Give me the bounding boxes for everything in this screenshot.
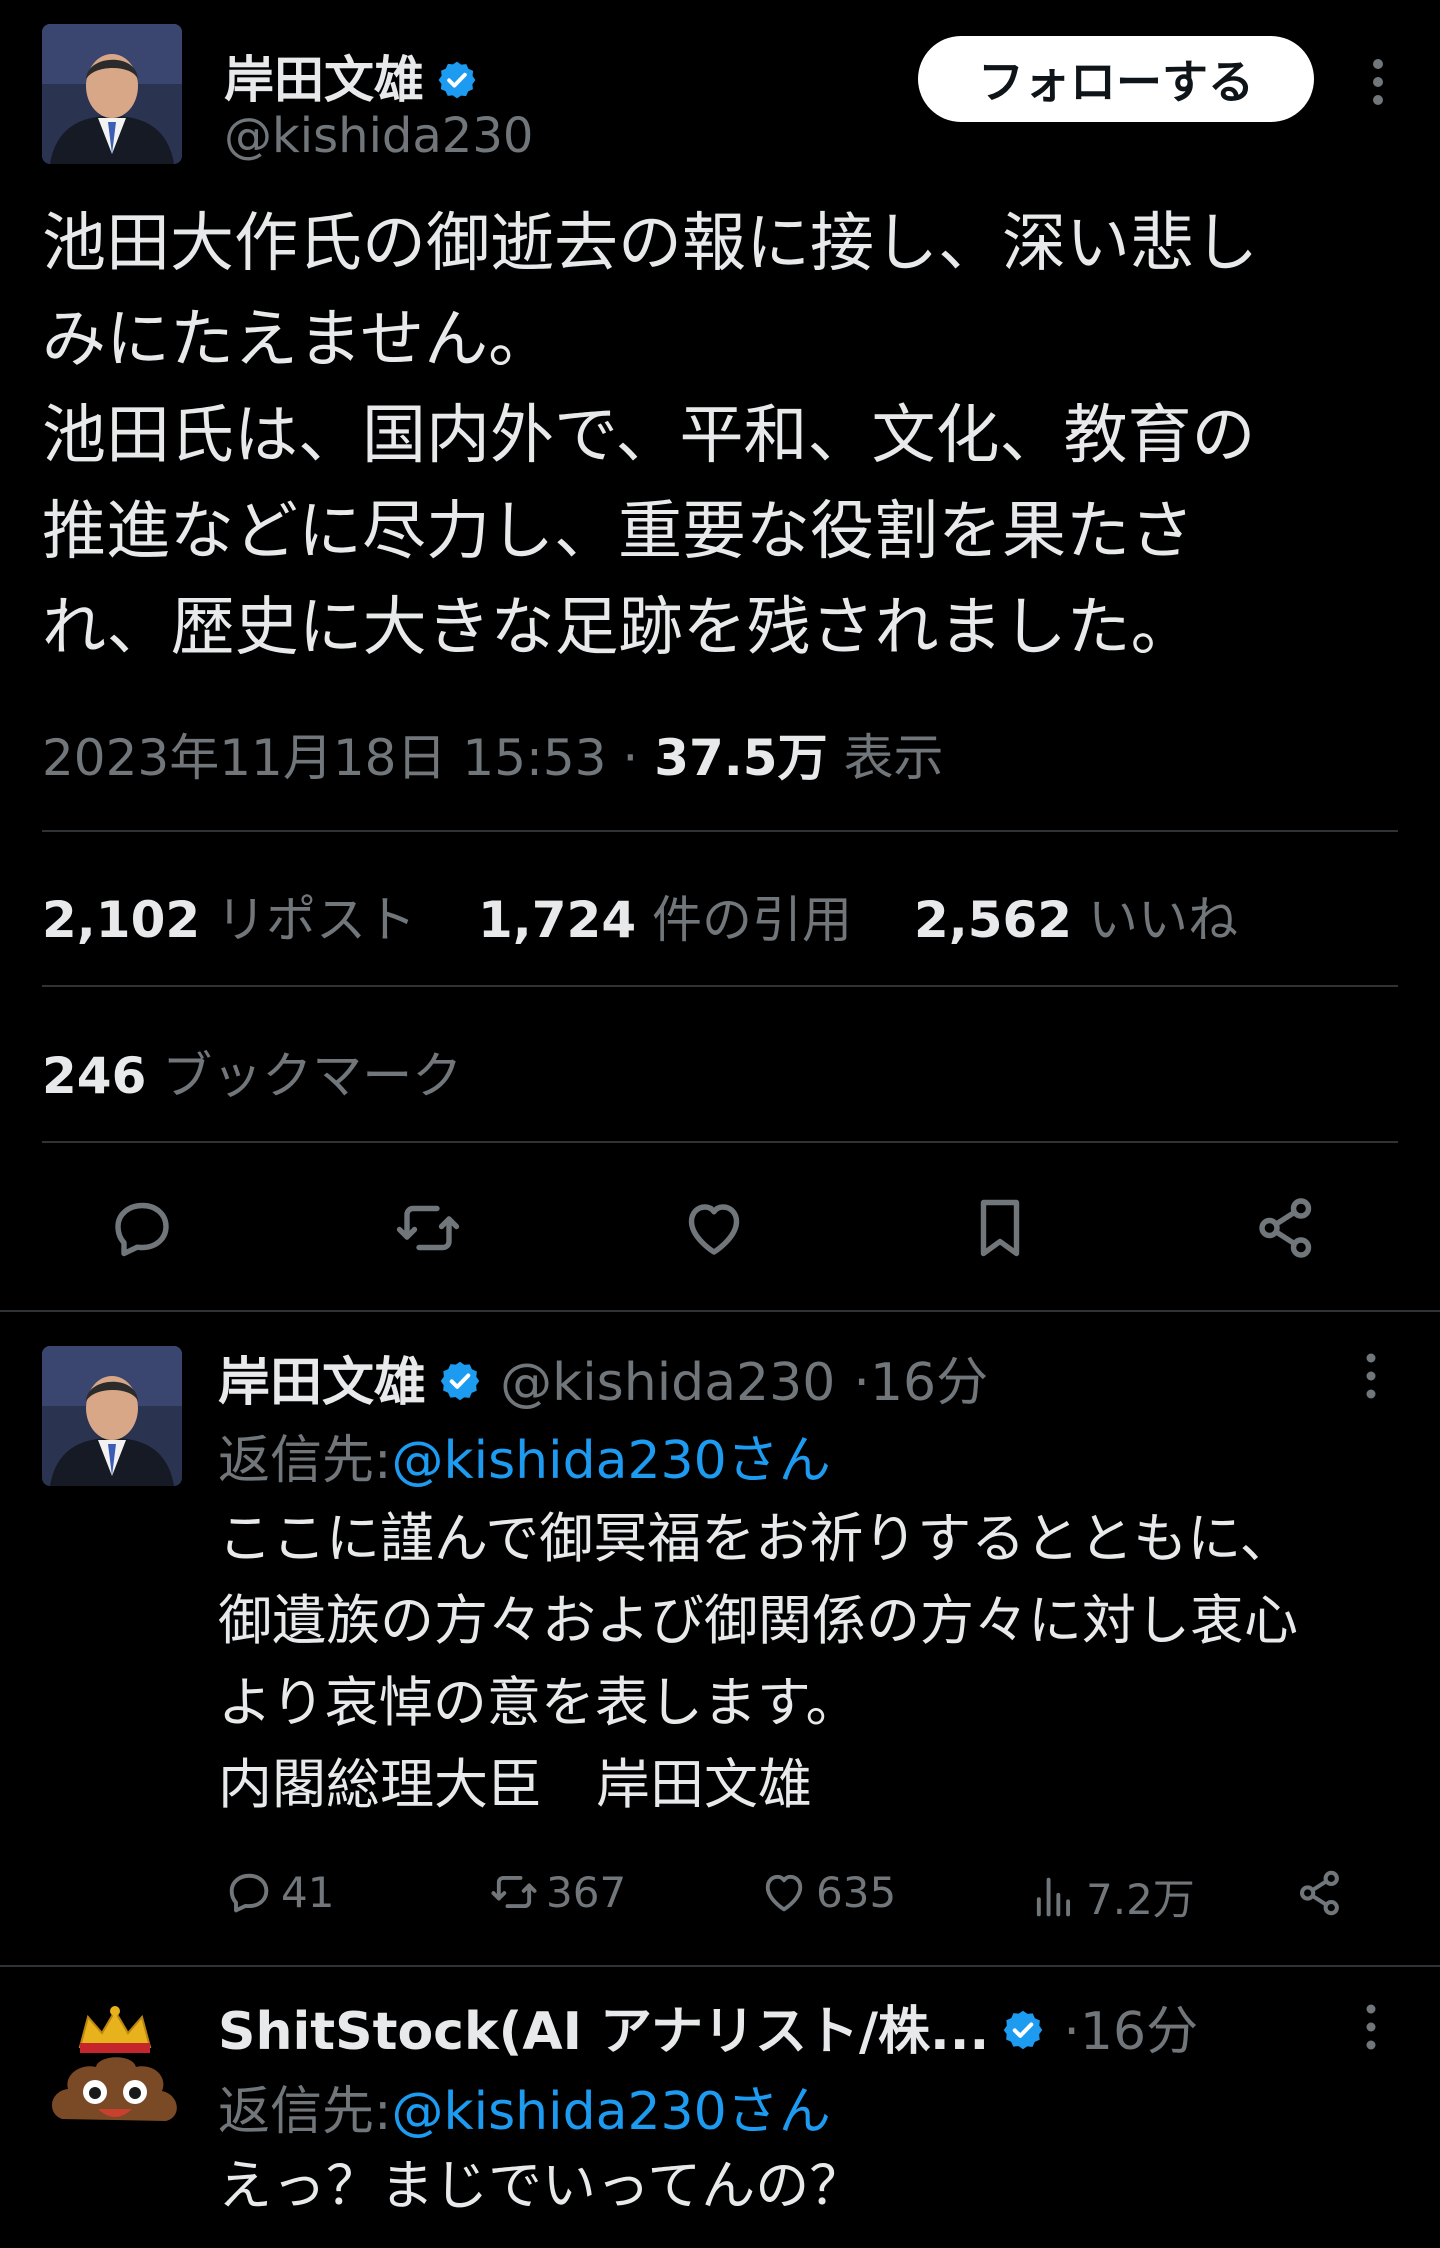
- share-icon[interactable]: [1250, 1192, 1322, 1264]
- repost-count: 367: [546, 1867, 627, 1917]
- reply-tweet[interactable]: 岸田文雄 @kishida230 ·16分 返信先:@kishida230さん …: [0, 1310, 1440, 1966]
- share-icon[interactable]: [1293, 1866, 1353, 1920]
- divider: [42, 985, 1398, 987]
- reply-author-row: ShitStock(AI アナリスト/株... ·16分: [218, 1989, 1198, 2065]
- reply-text: ここに謹んで御冥福をお祈りするとともに、 御遺族の方々および御関係の方々に対し衷…: [218, 1498, 1398, 1826]
- views-label: 表示: [843, 729, 944, 787]
- author-handle[interactable]: @kishida230: [500, 1353, 835, 1413]
- follow-button[interactable]: フォローする: [918, 36, 1314, 122]
- reply-action[interactable]: 41: [223, 1866, 334, 1918]
- tweet-text-line: 推進などに尽力し、重要な役割を果たさ: [42, 495, 1194, 569]
- tweet-timestamp-row: 2023年11月18日 15:53 · 37.5万 表示: [42, 718, 943, 790]
- views-count: 37.5万: [654, 729, 828, 787]
- like-icon[interactable]: [678, 1192, 750, 1264]
- views-action[interactable]: 7.2万: [1028, 1866, 1195, 1927]
- repost-icon[interactable]: [392, 1192, 464, 1264]
- tweet-text-line: 池田氏は、国内外で、平和、文化、教育の: [42, 399, 1256, 473]
- verified-badge-icon: [438, 1356, 482, 1416]
- reposts-stat[interactable]: 2,102 リポスト: [42, 891, 462, 949]
- post-time[interactable]: 16分: [1080, 2002, 1198, 2062]
- reply-icon: [229, 1873, 269, 1913]
- tweet-text-line: れ、歴史に大きな足跡を残されました。: [42, 591, 1195, 665]
- quotes-stat[interactable]: 1,724 件の引用: [478, 891, 898, 949]
- bookmarks-label: ブックマーク: [162, 1047, 463, 1105]
- reply-tweet[interactable]: ShitStock(AI アナリスト/株... ·16分 返信先:@kishid…: [0, 1967, 1440, 2248]
- poop-crown-avatar[interactable]: [40, 1997, 190, 2147]
- post-time[interactable]: 16分: [870, 1353, 988, 1413]
- reply-to-label: 返信先:: [218, 2082, 392, 2142]
- reposts-count: 2,102: [42, 891, 201, 949]
- bookmark-icon[interactable]: [964, 1192, 1036, 1264]
- author-handle[interactable]: @kishida230: [224, 108, 533, 164]
- reply-actions: 41 367 635 7.2万: [218, 1866, 1378, 1926]
- author-name-text: 岸田文雄: [224, 51, 424, 109]
- like-count: 635: [816, 1867, 897, 1917]
- verified-badge-icon: [436, 55, 478, 113]
- separator-dot: ·: [853, 1353, 870, 1413]
- quotes-label: 件の引用: [652, 891, 853, 949]
- reply-icon[interactable]: [106, 1192, 178, 1264]
- reply-to-handle[interactable]: @kishida230さん: [392, 2082, 831, 2142]
- quotes-count: 1,724: [477, 891, 637, 949]
- reposts-label: リポスト: [216, 891, 417, 949]
- likes-label: いいね: [1088, 891, 1238, 949]
- avatar[interactable]: [42, 1346, 182, 1486]
- more-options-icon[interactable]: [1356, 1997, 1386, 2057]
- avatar[interactable]: [42, 24, 182, 164]
- like-icon: [765, 1874, 803, 1912]
- bookmarks-stat[interactable]: 246 ブックマーク: [42, 1036, 508, 1108]
- tweet-actions: [42, 1182, 1398, 1272]
- reply-to-label: 返信先:: [218, 1431, 392, 1491]
- verified-badge-icon: [1001, 2005, 1045, 2065]
- main-tweet-header: 岸田文雄 @kishida230 フォローする: [42, 22, 1398, 164]
- reply-text-line: より哀悼の意を表します。: [218, 1671, 860, 1734]
- engagement-stats: 2,102 リポスト 1,724 件の引用 2,562 いいね: [42, 880, 1284, 952]
- author-name[interactable]: 岸田文雄: [218, 1353, 426, 1413]
- divider: [42, 1141, 1398, 1143]
- reply-text-line: 内閣総理大臣 岸田文雄: [218, 1753, 812, 1816]
- reply-text-line: えっ？まじでいってんの？: [218, 2154, 864, 2217]
- repost-action[interactable]: 367: [488, 1866, 626, 1918]
- view-count: 7.2万: [1086, 1875, 1195, 1924]
- views-icon: [1036, 1877, 1071, 1916]
- divider: [42, 830, 1398, 832]
- reply-text-line: ここに謹んで御冥福をお祈りするとともに、: [218, 1507, 1294, 1570]
- author-name[interactable]: 岸田文雄: [224, 40, 478, 113]
- tweet-timestamp[interactable]: 2023年11月18日 15:53: [42, 729, 606, 787]
- bookmarks-count: 246: [42, 1047, 147, 1105]
- tweet-text-line: 池田大作氏の御逝去の報に接し、深い悲し: [42, 207, 1258, 281]
- separator-dot: ·: [622, 729, 639, 787]
- reply-text-line: 御遺族の方々および御関係の方々に対し衷心: [218, 1589, 1298, 1652]
- reply-to-handle[interactable]: @kishida230さん: [392, 1431, 831, 1491]
- reply-to-line: 返信先:@kishida230さん: [218, 2069, 831, 2144]
- reply-count: 41: [281, 1867, 335, 1917]
- reply-to-line: 返信先:@kishida230さん: [218, 1418, 831, 1493]
- reply-author-row: 岸田文雄 @kishida230 ·16分: [218, 1340, 988, 1416]
- tweet-text: 池田大作氏の御逝去の報に接し、深い悲し みにたえません。 池田氏は、国内外で、平…: [42, 196, 1372, 676]
- more-options-icon[interactable]: [1356, 1346, 1386, 1406]
- likes-count: 2,562: [913, 891, 1073, 949]
- reply-text: えっ？まじでいってんの？: [218, 2145, 1398, 2227]
- author-name[interactable]: ShitStock(AI アナリスト/株...: [218, 2002, 989, 2062]
- likes-stat[interactable]: 2,562 いいね: [914, 891, 1284, 949]
- like-action[interactable]: 635: [758, 1866, 896, 1918]
- repost-icon: [491, 1875, 537, 1909]
- separator-dot: ·: [1063, 2002, 1080, 2062]
- tweet-text-line: みにたえません。: [42, 303, 553, 377]
- more-options-icon[interactable]: [1358, 52, 1398, 112]
